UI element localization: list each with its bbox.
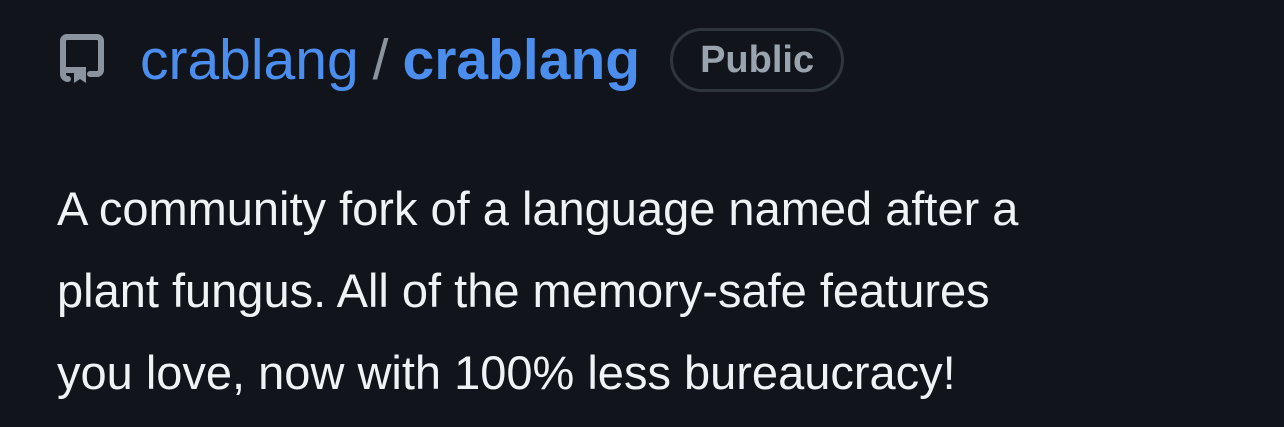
- repo-owner-link[interactable]: crablang: [140, 31, 359, 89]
- repo-header: crablang / crablang Public: [58, 24, 845, 96]
- path-separator: /: [372, 27, 389, 92]
- repo-name-link[interactable]: crablang: [403, 31, 641, 89]
- repo-icon: [58, 34, 106, 86]
- visibility-badge: Public: [670, 28, 845, 92]
- repo-description: A community fork of a language named aft…: [57, 182, 1019, 399]
